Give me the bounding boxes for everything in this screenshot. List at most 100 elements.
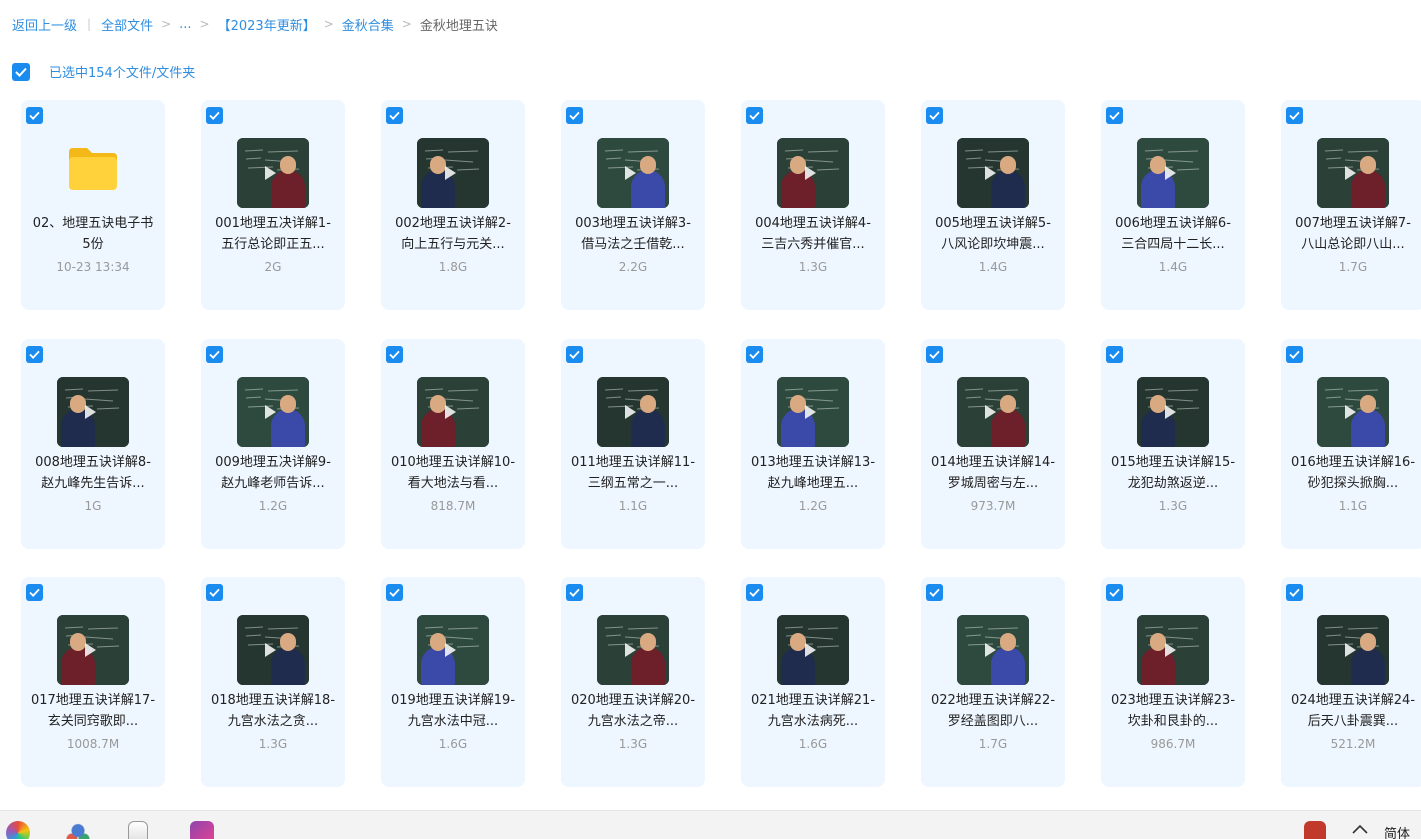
video-file-card[interactable]: 007地理五诀详解7-八山总论即八山... 1.7G	[1281, 100, 1421, 310]
file-name[interactable]: 017地理五诀详解17-玄关同窍歌即...	[29, 690, 157, 732]
video-thumbnail[interactable]	[417, 376, 489, 447]
file-name[interactable]: 013地理五诀详解13-赵九峰地理五...	[749, 452, 877, 494]
item-checkbox[interactable]	[1286, 345, 1303, 363]
crumb-all-files[interactable]: 全部文件	[101, 15, 153, 34]
crumb-2023-update[interactable]: 【2023年更新】	[218, 15, 316, 34]
video-thumbnail[interactable]	[777, 138, 849, 208]
item-checkbox[interactable]	[566, 584, 583, 601]
video-thumbnail[interactable]	[777, 376, 849, 447]
file-name[interactable]: 004地理五诀详解4-三吉六秀并催官...	[749, 213, 877, 255]
video-thumbnail[interactable]	[237, 138, 309, 208]
crumb-ellipsis[interactable]: ...	[179, 17, 191, 32]
item-checkbox[interactable]	[1106, 584, 1123, 601]
video-thumbnail[interactable]	[597, 376, 669, 447]
video-file-card[interactable]: 023地理五诀详解23-坎卦和艮卦的... 986.7M	[1101, 577, 1245, 787]
video-file-card[interactable]: 009地理五决详解9-赵九峰老师告诉... 1.2G	[201, 338, 345, 549]
file-name[interactable]: 016地理五诀详解16-砂犯探头掀胸...	[1289, 452, 1417, 494]
item-checkbox[interactable]	[746, 584, 763, 601]
video-thumbnail[interactable]	[957, 376, 1029, 447]
input-method-label[interactable]: 简体	[1384, 823, 1410, 839]
item-checkbox[interactable]	[746, 107, 763, 124]
file-name[interactable]: 018地理五诀详解18-九宫水法之贪...	[209, 690, 337, 732]
item-checkbox[interactable]	[206, 345, 223, 363]
video-file-card[interactable]: 016地理五诀详解16-砂犯探头掀胸... 1.1G	[1281, 338, 1421, 549]
file-name[interactable]: 011地理五诀详解11-三纲五常之一...	[569, 452, 697, 494]
video-thumbnail[interactable]	[417, 138, 489, 208]
video-file-card[interactable]: 014地理五诀详解14-罗城周密与左... 973.7M	[921, 338, 1065, 549]
video-thumbnail[interactable]	[237, 615, 309, 685]
file-name[interactable]: 019地理五诀详解19-九宫水法中冠...	[389, 690, 517, 732]
app-logo-icon[interactable]	[1304, 821, 1326, 839]
video-file-card[interactable]: 021地理五诀详解21-九宫水法病死... 1.6G	[741, 577, 885, 787]
file-name[interactable]: 001地理五决详解1-五行总论即正五...	[209, 213, 337, 255]
video-file-card[interactable]: 010地理五诀详解10-看大地法与看... 818.7M	[381, 338, 525, 549]
video-thumbnail[interactable]	[1137, 376, 1209, 447]
video-thumbnail[interactable]	[1317, 615, 1389, 685]
color-wheel-icon[interactable]	[6, 821, 30, 839]
folder-card[interactable]: 02、地理五诀电子书5份 10-23 13:34	[21, 100, 165, 310]
video-file-card[interactable]: 020地理五诀详解20-九宫水法之帝... 1.3G	[561, 577, 705, 787]
item-checkbox[interactable]	[926, 107, 943, 124]
file-name[interactable]: 021地理五诀详解21-九宫水法病死...	[749, 690, 877, 732]
crumb-autumn-collection[interactable]: 金秋合集	[342, 15, 394, 34]
file-name[interactable]: 014地理五诀详解14-罗城周密与左...	[929, 452, 1057, 494]
video-thumbnail[interactable]	[1137, 138, 1209, 208]
video-thumbnail[interactable]	[777, 615, 849, 685]
item-checkbox[interactable]	[566, 345, 583, 363]
video-thumbnail[interactable]	[957, 138, 1029, 208]
video-file-card[interactable]: 015地理五诀详解15-龙犯劫煞返逆... 1.3G	[1101, 338, 1245, 549]
file-name[interactable]: 023地理五诀详解23-坎卦和艮卦的...	[1109, 690, 1237, 732]
item-checkbox[interactable]	[26, 345, 43, 363]
video-file-card[interactable]: 004地理五诀详解4-三吉六秀并催官... 1.3G	[741, 100, 885, 310]
video-thumbnail[interactable]	[957, 615, 1029, 685]
file-name[interactable]: 003地理五诀详解3-借马法之壬借乾...	[569, 213, 697, 255]
item-checkbox[interactable]	[26, 584, 43, 601]
back-link[interactable]: 返回上一级	[12, 15, 77, 34]
item-checkbox[interactable]	[1286, 107, 1303, 124]
video-thumbnail[interactable]	[1317, 376, 1389, 447]
video-file-card[interactable]: 019地理五诀详解19-九宫水法中冠... 1.6G	[381, 577, 525, 787]
item-checkbox[interactable]	[566, 107, 583, 124]
video-file-card[interactable]: 001地理五决详解1-五行总论即正五... 2G	[201, 100, 345, 310]
item-checkbox[interactable]	[206, 584, 223, 601]
video-thumbnail[interactable]	[597, 615, 669, 685]
video-file-card[interactable]: 024地理五诀详解24-后天八卦震巽... 521.2M	[1281, 577, 1421, 787]
item-checkbox[interactable]	[386, 345, 403, 363]
video-thumbnail[interactable]	[237, 376, 309, 447]
select-all-checkbox[interactable]	[12, 62, 30, 81]
video-thumbnail[interactable]	[1137, 615, 1209, 685]
file-name[interactable]: 010地理五诀详解10-看大地法与看...	[389, 452, 517, 494]
video-thumbnail[interactable]	[57, 615, 129, 685]
network-icon[interactable]	[66, 821, 90, 839]
item-checkbox[interactable]	[1286, 584, 1303, 601]
item-checkbox[interactable]	[1106, 107, 1123, 124]
file-name[interactable]: 015地理五诀详解15-龙犯劫煞返逆...	[1109, 452, 1237, 494]
file-name[interactable]: 006地理五诀详解6-三合四局十二长...	[1109, 213, 1237, 255]
file-name[interactable]: 008地理五诀详解8-赵九峰先生告诉...	[29, 452, 157, 494]
video-file-card[interactable]: 008地理五诀详解8-赵九峰先生告诉... 1G	[21, 338, 165, 549]
notepad-icon[interactable]	[128, 821, 148, 839]
video-thumbnail[interactable]	[1317, 138, 1389, 208]
file-name[interactable]: 002地理五诀详解2-向上五行与元关...	[389, 213, 517, 255]
video-file-card[interactable]: 005地理五诀详解5-八风论即坎坤震... 1.4G	[921, 100, 1065, 310]
mountain-app-icon[interactable]	[190, 821, 214, 839]
video-file-card[interactable]: 011地理五诀详解11-三纲五常之一... 1.1G	[561, 338, 705, 549]
item-checkbox[interactable]	[926, 584, 943, 601]
video-file-card[interactable]: 017地理五诀详解17-玄关同窍歌即... 1008.7M	[21, 577, 165, 787]
chevron-up-icon[interactable]	[1352, 823, 1368, 838]
item-checkbox[interactable]	[206, 107, 223, 124]
video-file-card[interactable]: 006地理五诀详解6-三合四局十二长... 1.4G	[1101, 100, 1245, 310]
file-name[interactable]: 005地理五诀详解5-八风论即坎坤震...	[929, 213, 1057, 255]
item-checkbox[interactable]	[386, 584, 403, 601]
video-file-card[interactable]: 018地理五诀详解18-九宫水法之贪... 1.3G	[201, 577, 345, 787]
file-name[interactable]: 009地理五决详解9-赵九峰老师告诉...	[209, 452, 337, 494]
video-thumbnail[interactable]	[597, 138, 669, 208]
item-checkbox[interactable]	[26, 107, 43, 124]
file-name[interactable]: 02、地理五诀电子书5份	[29, 213, 157, 255]
file-name[interactable]: 024地理五诀详解24-后天八卦震巽...	[1289, 690, 1417, 732]
file-name[interactable]: 022地理五诀详解22-罗经盖图即八...	[929, 690, 1057, 732]
item-checkbox[interactable]	[926, 345, 943, 363]
video-thumbnail[interactable]	[417, 615, 489, 685]
item-checkbox[interactable]	[746, 345, 763, 363]
file-name[interactable]: 007地理五诀详解7-八山总论即八山...	[1289, 213, 1417, 255]
